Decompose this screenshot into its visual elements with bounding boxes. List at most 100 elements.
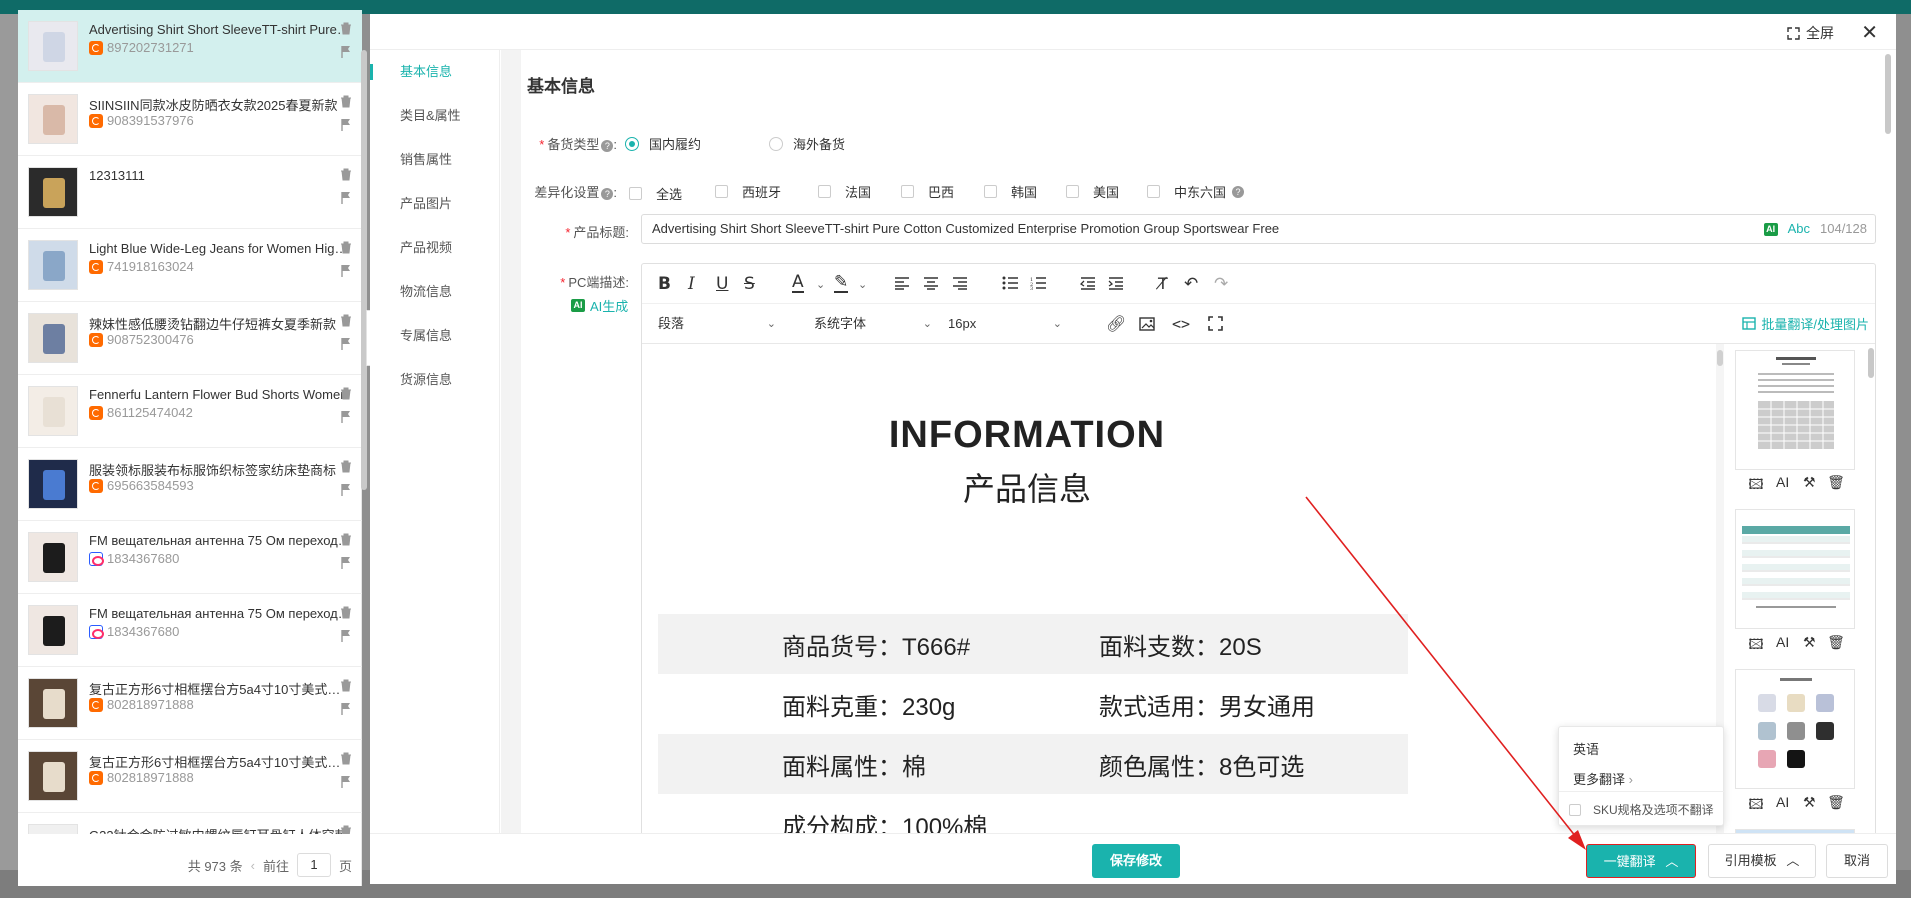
product-list-item[interactable]: 复古正方形6寸相框摆台方5a4寸10寸美式木质 802818971888 <box>18 667 362 740</box>
translate-option-more[interactable]: 更多翻译 › <box>1573 769 1633 788</box>
magic-wand-icon[interactable]: ⚒︎ <box>1799 474 1819 498</box>
flag-icon[interactable] <box>340 118 352 131</box>
product-list-item[interactable]: 辣妹性感低腰烫钻翻边牛仔短裤女夏季新款 908752300476 <box>18 302 362 375</box>
align-right-icon[interactable] <box>952 276 968 290</box>
edit-image-icon[interactable]: 🖾︎ <box>1746 794 1766 818</box>
ai-icon[interactable]: AI <box>1773 634 1793 658</box>
trash-icon[interactable] <box>340 22 352 35</box>
highlight-icon[interactable]: ✎ <box>834 274 849 293</box>
ai-icon[interactable]: AI <box>1773 474 1793 498</box>
trash-icon[interactable] <box>340 752 352 765</box>
product-list-item[interactable]: Light Blue Wide-Leg Jeans for Women High… <box>18 229 362 302</box>
magic-wand-icon[interactable]: ⚒︎ <box>1799 634 1819 658</box>
radio-overseas[interactable]: 海外备货 <box>769 134 845 153</box>
paragraph-select[interactable]: 段落 ⌄ <box>642 311 782 337</box>
product-list-item[interactable]: 复古正方形6寸相框摆台方5a4寸10寸美式木质 802818971888 <box>18 740 362 813</box>
product-list-item[interactable]: SIINSIIN同款冰皮防晒衣女款2025春夏新款 908391537976 <box>18 83 362 156</box>
trash-icon[interactable] <box>340 241 352 254</box>
pager-prev-button[interactable]: ‹ <box>251 858 255 873</box>
nav-item-category[interactable]: 类目&属性 <box>370 94 499 138</box>
apply-template-button[interactable]: 引用模板 ︿ <box>1708 844 1816 878</box>
trash-icon[interactable]: 🗑︎ <box>1826 794 1846 818</box>
flag-icon[interactable] <box>340 191 352 204</box>
product-list-item[interactable]: G23钛合金防过敏内螺纹唇钉耳骨钉人体穿刺 <box>18 813 362 834</box>
nav-item-video[interactable]: 产品视频 <box>370 226 499 270</box>
insert-image-icon[interactable] <box>1139 316 1157 332</box>
trash-icon[interactable] <box>340 387 352 400</box>
pager-page-input[interactable]: 1 <box>296 853 331 877</box>
flag-icon[interactable] <box>340 556 352 569</box>
nav-item-exclusive[interactable]: 专属信息 <box>370 314 499 358</box>
product-list-item[interactable]: Fennerfu Lantern Flower Bud Shorts Women… <box>18 375 362 448</box>
batch-translate-images-button[interactable]: 批量翻译/处理图片 <box>1742 314 1869 333</box>
trash-icon[interactable] <box>340 825 352 834</box>
product-list-scrollbar[interactable] <box>361 50 367 490</box>
nav-item-logistics[interactable]: 物流信息 <box>370 270 499 314</box>
bold-icon[interactable]: B <box>658 274 671 294</box>
underline-icon[interactable]: U <box>716 274 728 294</box>
redo-icon[interactable]: ↷ <box>1214 274 1228 294</box>
thumb-image-info-sheet[interactable] <box>1735 350 1855 470</box>
font-family-select[interactable]: 系统字体 ⌄ <box>798 311 938 337</box>
code-icon[interactable]: <> <box>1172 315 1190 333</box>
translate-option-english[interactable]: 英语 <box>1573 739 1599 758</box>
edit-image-icon[interactable]: 🖾︎ <box>1746 474 1766 498</box>
flag-icon[interactable] <box>340 702 352 715</box>
checkbox-spain[interactable]: 西班牙 <box>715 182 781 201</box>
checkbox-france[interactable]: 法国 <box>818 182 871 201</box>
thumb-image-size-table[interactable] <box>1735 509 1855 629</box>
checkbox-select-all[interactable]: 全选 <box>629 184 682 203</box>
trash-icon[interactable] <box>340 314 352 327</box>
chevron-down-icon[interactable]: ⌄ <box>858 278 867 291</box>
trash-icon[interactable] <box>340 679 352 692</box>
flag-icon[interactable] <box>340 45 352 58</box>
edit-image-icon[interactable]: 🖾︎ <box>1746 634 1766 658</box>
trash-icon[interactable] <box>340 95 352 108</box>
one-click-translate-button[interactable]: 一键翻译 ︿ <box>1586 844 1696 878</box>
checkbox-middle-east[interactable]: 中东六国? <box>1147 182 1245 201</box>
checkbox-brazil[interactable]: 巴西 <box>901 182 954 201</box>
strikethrough-icon[interactable]: S <box>744 274 755 294</box>
italic-icon[interactable]: I <box>688 274 695 294</box>
radio-domestic[interactable]: 国内履约 <box>625 134 701 153</box>
align-left-icon[interactable] <box>894 276 910 290</box>
magic-wand-icon[interactable]: ⚒︎ <box>1799 794 1819 818</box>
trash-icon[interactable] <box>340 533 352 546</box>
outdent-icon[interactable] <box>1080 276 1096 290</box>
flag-icon[interactable] <box>340 337 352 350</box>
trash-icon[interactable] <box>340 460 352 473</box>
abc-case-button[interactable]: Abc <box>1788 215 1810 243</box>
flag-icon[interactable] <box>340 775 352 788</box>
product-list-item[interactable]: FM вещательная антенна 75 Ом переходник 1… <box>18 594 362 667</box>
flag-icon[interactable] <box>340 483 352 496</box>
checkbox-korea[interactable]: 韩国 <box>984 182 1037 201</box>
product-title-input[interactable]: Advertising Shirt Short SleeveTT-shirt P… <box>641 214 1876 244</box>
cancel-button[interactable]: 取消 <box>1826 844 1888 878</box>
flag-icon[interactable] <box>340 410 352 423</box>
text-color-icon[interactable]: A <box>792 274 804 293</box>
ai-icon[interactable]: AI <box>1773 794 1793 818</box>
sku-no-translate-checkbox[interactable]: SKU规格及选项不翻译 <box>1559 791 1725 827</box>
fullscreen-button[interactable]: 全屏 <box>1787 23 1834 43</box>
thumbs-scrollbar[interactable] <box>1867 344 1875 833</box>
fullscreen-icon[interactable] <box>1208 316 1223 331</box>
ai-icon[interactable]: AI <box>1763 222 1778 236</box>
clear-format-icon[interactable]: T̸ <box>1158 274 1168 293</box>
link-icon[interactable]: 🔗︎ <box>1106 314 1126 333</box>
nav-item-images[interactable]: 产品图片 <box>370 182 499 226</box>
close-icon[interactable]: ✕ <box>1861 20 1878 45</box>
product-list-item[interactable]: 12313111 <box>18 156 362 229</box>
flag-icon[interactable] <box>340 264 352 277</box>
trash-icon[interactable]: 🗑︎ <box>1826 634 1846 658</box>
flag-icon[interactable] <box>340 629 352 642</box>
chevron-down-icon[interactable]: ⌄ <box>816 278 825 291</box>
thumb-image-color-options[interactable] <box>1735 669 1855 789</box>
save-button[interactable]: 保存修改 <box>1092 844 1180 878</box>
product-list-item[interactable]: 服装领标服装布标服饰织标签家纺床垫商标 695663584593 <box>18 448 362 521</box>
numbered-list-icon[interactable]: 123 <box>1030 276 1046 290</box>
checkbox-usa[interactable]: 美国 <box>1066 182 1119 201</box>
trash-icon[interactable]: 🗑︎ <box>1826 474 1846 498</box>
bullet-list-icon[interactable] <box>1002 276 1018 290</box>
product-list-item[interactable]: FM вещательная антенна 75 Ом переходник 1… <box>18 521 362 594</box>
font-size-select[interactable]: 16px ⌄ <box>938 311 1068 337</box>
